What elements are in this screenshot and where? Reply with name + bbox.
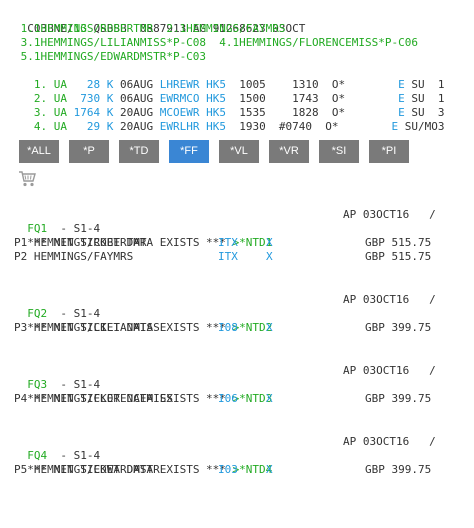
service-info-button[interactable]: *SI (319, 140, 359, 163)
fare-quote-header: FQ2 - S1-4 (14, 293, 100, 320)
fare-quote-header: FQ1 - S1-4 (14, 208, 100, 235)
fare-quote-button[interactable]: *FF (169, 140, 209, 163)
vendor-locator-button[interactable]: *VL (219, 140, 259, 163)
pnr-header-line: C03BNE/13 QSBSB 0887913 AG 91268623 03OC… (14, 8, 305, 35)
segment-row: 3. UA 1764 K 20AUG MCOEWR HK5 1535 1828 … (14, 92, 445, 119)
passenger-type[interactable]: ITX (218, 236, 238, 250)
passenger-names-line[interactable]: 1.1HEMMINGS/ROBERTMR 2.1HEMMINGS/FAYMRS (14, 22, 286, 36)
passenger-x-link[interactable]: X (266, 250, 273, 264)
passenger-name: P2 HEMMINGS/FAYMRS (14, 250, 134, 263)
fare-quote-ap-date: AP 03OCT16 / (343, 435, 436, 448)
fare-amount: GBP 399.75 (365, 392, 432, 405)
passenger-x-link[interactable]: X (266, 392, 273, 406)
fare-amount: GBP 399.75 (365, 463, 432, 476)
passenger-type[interactable]: I06 (218, 392, 238, 406)
segment-row: 1. UA 28 K 06AUG LHREWR HK5 1005 1310 O*… (14, 64, 445, 91)
segment-row: 2. UA 730 K 06AUG EWRMCO HK5 1500 1743 O… (14, 78, 445, 105)
fare-amount: GBP 399.75 (365, 321, 432, 334)
vendor-remarks-button[interactable]: *VR (269, 140, 309, 163)
passenger-name: P4 HEMMINGS/FLORENCEMISS (14, 392, 173, 405)
fare-quote-ap-date: AP 03OCT16 / (343, 208, 436, 221)
passenger-name: P1 HEMMINGS/ROBERTMR (14, 236, 147, 249)
segment-times: 1930 #0740 O* (225, 120, 392, 133)
passenger-type[interactable]: ITX (218, 250, 238, 264)
passengers-button[interactable]: *P (69, 140, 109, 163)
segment-date: 20AUG (113, 120, 160, 133)
fare-quote-ap-date: AP 03OCT16 / (343, 293, 436, 306)
segment-row: 4. UA 29 K 20AUG EWRLHR HK5 1930 #0740 O… (14, 106, 445, 133)
net-ticket-line: *** NET TICKET DATA EXISTS *** >*NTD4 (14, 449, 272, 476)
passenger-names-line[interactable]: 5.1HEMMINGS/EDWARDMSTR*P-C03 (14, 50, 206, 64)
passenger-type[interactable]: I08 (218, 321, 238, 335)
shopping-cart-icon[interactable] (18, 170, 38, 188)
passenger-x-link[interactable]: X (266, 236, 273, 250)
net-ticket-line: *** NET TICKET DATA EXISTS *** >*NTD3 (14, 378, 272, 405)
passenger-names-line[interactable]: 3.1HEMMINGS/LILIANMISS*P-C08 4.1HEMMINGS… (14, 36, 418, 50)
segment-number: 4. UA (27, 120, 87, 133)
fare-quote-ap-date: AP 03OCT16 / (343, 364, 436, 377)
net-ticket-line: *** NET TICKET DATA EXISTS *** >*NTD2 (14, 307, 272, 334)
fare-amount: GBP 515.75 (365, 236, 432, 249)
passenger-x-link[interactable]: X (266, 463, 273, 477)
all-button[interactable]: *ALL (19, 140, 59, 163)
passenger-name: P3 HEMMINGS/LILIANMISS (14, 321, 160, 334)
passenger-info-button[interactable]: *PI (369, 140, 409, 163)
segment-days: SU/MO3 (398, 120, 445, 133)
ticketing-button[interactable]: *TD (119, 140, 159, 163)
fare-quote-header: FQ4 - S1-4 (14, 435, 100, 462)
passenger-name: P5 HEMMINGS/EDWARDMSTR (14, 463, 160, 476)
passenger-x-link[interactable]: X (266, 321, 273, 335)
flight-number[interactable]: 29 K (87, 120, 114, 133)
fare-amount: GBP 515.75 (365, 250, 432, 263)
segment-route[interactable]: EWRLHR HK5 (160, 120, 226, 133)
passenger-type[interactable]: I03 (218, 463, 238, 477)
net-ticket-line: *** NET TICKET DATA EXISTS *** >*NTD1 (14, 222, 272, 249)
fare-quote-header: FQ3 - S1-4 (14, 364, 100, 391)
